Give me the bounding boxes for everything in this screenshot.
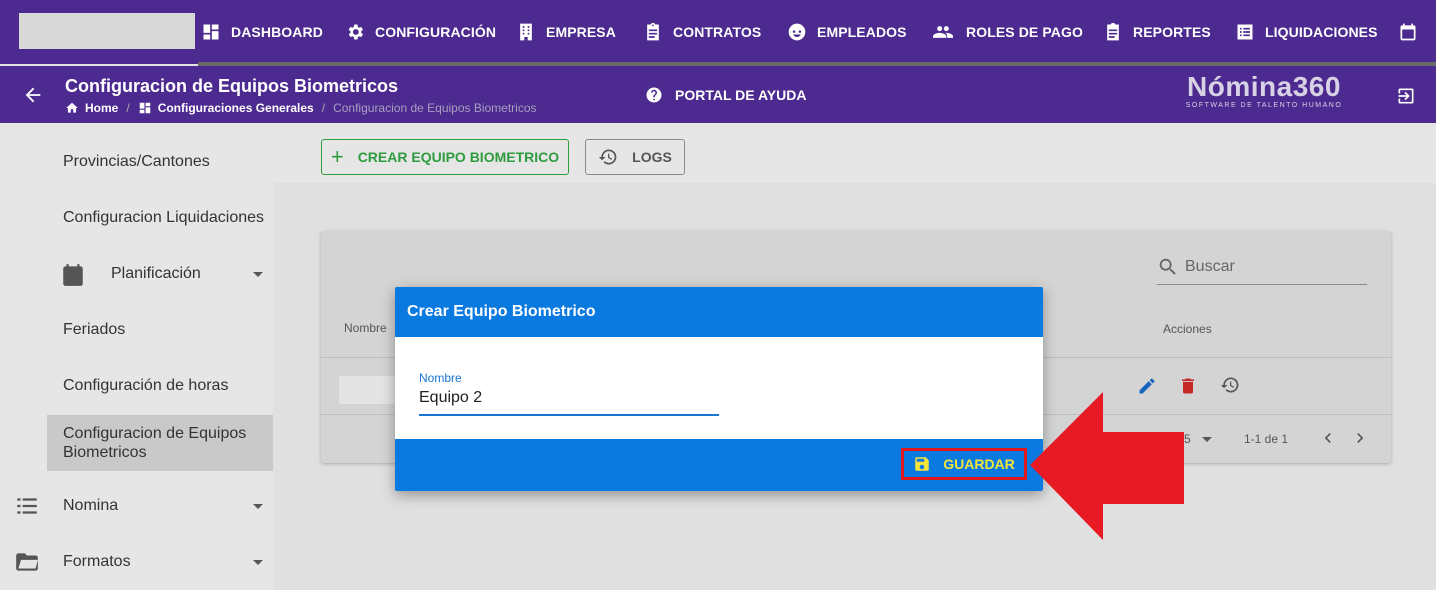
- building-icon: [520, 23, 532, 41]
- sidebar-item-equipos-biometricos[interactable]: Configuracion de Equipos Biometricos: [47, 415, 273, 471]
- name-field-underline: [419, 414, 719, 416]
- brand-name: Nómina360: [1187, 71, 1341, 102]
- people-icon: [933, 26, 953, 38]
- nav-item-contratos[interactable]: CONTRATOS: [643, 0, 761, 64]
- sidebar-item-config-liquidaciones[interactable]: Configuracion Liquidaciones: [0, 190, 273, 246]
- plus-icon: +: [330, 144, 344, 169]
- sidebar-item-nomina[interactable]: Nomina: [0, 478, 273, 534]
- sidebar-item-label: Provincias/Cantones: [63, 153, 210, 170]
- create-biometric-dialog: Crear Equipo Biometrico Nombre Equipo 2 …: [395, 287, 1043, 491]
- breadcrumb-configuraciones[interactable]: Configuraciones Generales: [158, 101, 314, 115]
- dialog-footer: GUARDAR: [395, 439, 1043, 491]
- history-icon: [598, 149, 617, 165]
- sidebar-item-label: Formatos: [63, 553, 131, 570]
- breadcrumb-separator: /: [321, 101, 326, 115]
- sidebar-item-label: Configuracion Liquidaciones: [63, 209, 265, 226]
- column-header-acciones: Acciones: [1163, 322, 1212, 336]
- nav-item-label: CONTRATOS: [673, 24, 762, 40]
- logs-button[interactable]: LOGS: [585, 139, 685, 175]
- pagination-range: 1-1 de 1: [1244, 432, 1289, 446]
- nav-item-label: LIQUIDACIONES: [1265, 24, 1378, 40]
- face-icon: [788, 23, 806, 41]
- sidebar-item-label: Configuración de horas: [63, 377, 229, 394]
- dashboard-icon: [203, 24, 219, 40]
- sidebar: Provincias/Cantones Configuracion Liquid…: [0, 123, 273, 590]
- page-title: Configuracion de Equipos Biometricos: [65, 76, 399, 96]
- home-icon: [66, 102, 78, 113]
- save-button[interactable]: GUARDAR: [901, 448, 1027, 480]
- list-icon: [17, 498, 37, 514]
- nav-item-empresa[interactable]: EMPRESA: [516, 0, 616, 64]
- nav-item-label: EMPRESA: [546, 24, 616, 40]
- breadcrumb-current: Configuracion de Equipos Biometricos: [333, 101, 537, 115]
- breadcrumb: Home / Configuraciones Generales / Confi…: [65, 101, 537, 115]
- chevron-down-icon: [1202, 437, 1212, 442]
- sidebar-item-label: Feriados: [63, 321, 126, 338]
- list-icon: [1237, 24, 1253, 40]
- sidebar-item-formatos[interactable]: Formatos: [0, 534, 273, 590]
- chevron-left-icon[interactable]: [1318, 428, 1338, 448]
- calendar-icon: [1400, 23, 1416, 41]
- column-header-nombre[interactable]: Nombre: [344, 321, 387, 335]
- sidebar-item-label: Planificación: [111, 265, 201, 282]
- search-placeholder: Buscar: [1185, 258, 1235, 275]
- pointer-arrow-annotation: [1030, 392, 1184, 540]
- nav-item-configuracion[interactable]: CONFIGURACIÓN: [345, 0, 496, 64]
- nav-item-roles-de-pago[interactable]: ROLES DE PAGO: [930, 0, 1083, 64]
- company-logo-placeholder: [19, 13, 195, 49]
- search-icon: [1159, 258, 1176, 275]
- sidebar-item-label: Configuracion de Equipos Biometricos: [63, 425, 247, 461]
- nav-item-label: DASHBOARD: [231, 24, 323, 40]
- help-portal-label: PORTAL DE AYUDA: [675, 87, 807, 103]
- folder-open-icon: [16, 553, 38, 571]
- logs-label: LOGS: [632, 149, 672, 165]
- save-icon: [915, 457, 929, 471]
- brand-logo: Nómina360 SOFTWARE DE TALENTO HUMANO: [1172, 71, 1356, 110]
- history-icon[interactable]: [1220, 375, 1240, 395]
- clipboard-icon: [647, 22, 659, 41]
- help-icon: [646, 87, 662, 103]
- name-field-label: Nombre: [419, 371, 462, 385]
- calendar-icon: [63, 264, 83, 286]
- sidebar-item-planificacion[interactable]: Planificación: [0, 246, 273, 302]
- nav-item-dashboard[interactable]: DASHBOARD: [201, 0, 323, 64]
- chevron-down-icon: [253, 503, 263, 509]
- report-icon: [1107, 22, 1119, 41]
- sidebar-item-config-horas[interactable]: Configuración de horas: [0, 358, 273, 414]
- search-input[interactable]: Buscar: [1157, 250, 1367, 285]
- gear-icon: [348, 24, 363, 40]
- nav-item-label: REPORTES: [1133, 24, 1211, 40]
- sidebar-item-feriados[interactable]: Feriados: [0, 302, 273, 358]
- nav-item-label: CONFIGURACIÓN: [375, 24, 497, 40]
- help-portal-link[interactable]: PORTAL DE AYUDA: [645, 86, 806, 104]
- chevron-right-icon[interactable]: [1350, 428, 1370, 448]
- create-biometric-label: CREAR EQUIPO BIOMETRICO: [357, 149, 560, 165]
- name-field[interactable]: Equipo 2: [419, 389, 482, 407]
- nav-item-calendar[interactable]: [1398, 0, 1428, 64]
- sidebar-item-provincias[interactable]: Provincias/Cantones: [0, 134, 273, 190]
- save-label: GUARDAR: [943, 456, 1015, 472]
- create-biometric-button[interactable]: + CREAR EQUIPO BIOMETRICO: [321, 139, 569, 175]
- nav-item-liquidaciones[interactable]: LIQUIDACIONES: [1235, 0, 1378, 64]
- dialog-title: Crear Equipo Biometrico: [395, 287, 1043, 337]
- breadcrumb-separator: /: [126, 101, 130, 115]
- table-cell-placeholder: [339, 376, 395, 404]
- page-header: Configuracion de Equipos Biometricos Hom…: [0, 66, 1436, 123]
- logout-icon[interactable]: [1396, 86, 1416, 106]
- top-navigation-bar: DASHBOARD CONFIGURACIÓN EMPRESA CONTRATO…: [0, 0, 1436, 66]
- nav-item-label: ROLES DE PAGO: [966, 24, 1083, 40]
- nav-item-reportes[interactable]: REPORTES: [1103, 0, 1211, 64]
- nav-item-empleados[interactable]: EMPLEADOS: [787, 0, 907, 64]
- breadcrumb-home[interactable]: Home: [85, 101, 118, 115]
- chevron-down-icon: [253, 559, 263, 565]
- dialog-body: Nombre Equipo 2: [395, 337, 1043, 439]
- brand-tagline: SOFTWARE DE TALENTO HUMANO: [1185, 102, 1343, 109]
- dashboard-icon: [139, 102, 150, 114]
- back-arrow-icon[interactable]: [22, 84, 44, 106]
- nav-item-label: EMPLEADOS: [817, 24, 907, 40]
- sidebar-item-label: Nomina: [63, 497, 119, 514]
- chevron-down-icon: [253, 271, 263, 277]
